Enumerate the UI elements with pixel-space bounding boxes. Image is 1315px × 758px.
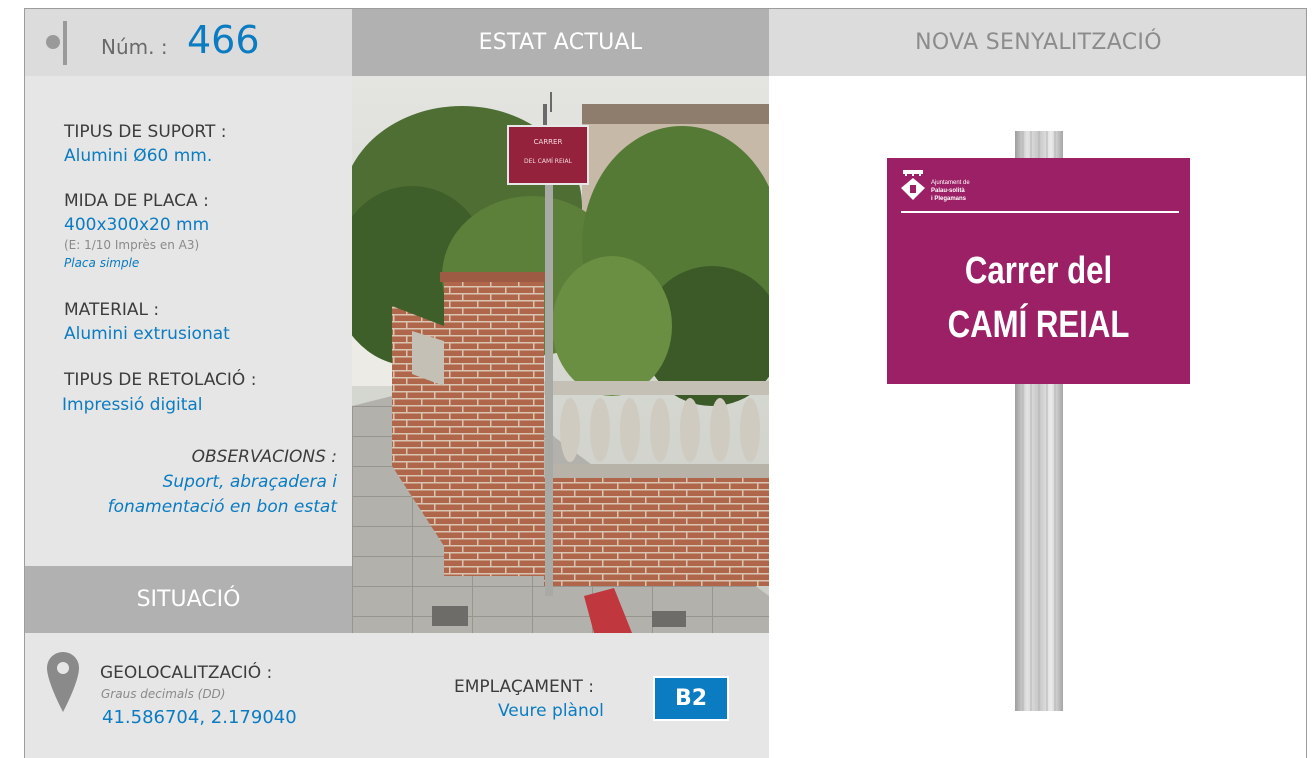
new-sign-plate: Ajuntament de Palau-solità i Plegamans C…: [887, 158, 1190, 384]
org-name-line-3: i Plegamans: [931, 196, 967, 202]
info-panel: TIPUS DE SUPORT : Alumini Ø60 mm. MIDA D…: [25, 76, 352, 566]
town-crest-icon: [901, 170, 925, 200]
bullet-dot-icon: [46, 35, 60, 49]
situation-header: SITUACIÓ: [25, 566, 352, 633]
plate-type: Placa simple: [64, 256, 140, 270]
current-state-photo: CARRER DEL CAMÍ REIAL: [352, 76, 769, 633]
placement-label: EMPLAÇAMENT :: [454, 677, 594, 697]
sheet-frame: Núm. : 466 ESTAT ACTUAL NOVA SENYALITZAC…: [24, 8, 1307, 758]
number-header: Núm. : 466: [25, 9, 352, 76]
org-name-line-2: Palau-solità: [931, 188, 965, 194]
current-state-title: ESTAT ACTUAL: [478, 30, 643, 55]
map-pin-icon: [47, 652, 79, 712]
new-signage-header: NOVA SENYALITZACIÓ: [769, 9, 1306, 76]
bullet-bar-icon: [63, 21, 67, 65]
observations-line-2: fonamentació en bon estat: [107, 497, 337, 517]
support-type-label: TIPUS DE SUPORT :: [64, 122, 227, 142]
current-state-header: ESTAT ACTUAL: [352, 9, 769, 76]
view-plan-link[interactable]: Veure plànol: [498, 701, 604, 721]
new-sign-drawing: Ajuntament de Palau-solità i Plegamans C…: [769, 76, 1306, 758]
photo-sign-line-2: DEL CAMÍ REIAL: [524, 158, 572, 165]
sign-divider: [901, 211, 1179, 213]
geolocation-label: GEOLOCALITZACIÓ :: [100, 663, 273, 683]
material-value: Alumini extrusionat: [64, 324, 230, 344]
material-label: MATERIAL :: [64, 300, 160, 320]
photo-sign-line-1: CARRER: [533, 138, 563, 146]
sign-title-line-1: Carrer del: [964, 250, 1113, 292]
lettering-type-value: Impressió digital: [62, 395, 203, 415]
number-label: Núm. :: [101, 35, 168, 59]
number-value: 466: [187, 18, 260, 62]
situation-title: SITUACIÓ: [136, 587, 241, 612]
new-signage-title: NOVA SENYALITZACIÓ: [915, 30, 1162, 55]
support-type-value: Alumini Ø60 mm.: [64, 146, 213, 166]
observations-label: OBSERVACIONS :: [191, 447, 337, 467]
plate-size-label: MIDA DE PLACA :: [64, 191, 209, 211]
org-name-line-1: Ajuntament de: [931, 180, 970, 186]
lettering-type-label: TIPUS DE RETOLACIÓ :: [64, 370, 257, 390]
observations-line-1: Suport, abraçadera i: [162, 472, 337, 492]
geolocation-coordinates: 41.586704, 2.179040: [102, 707, 297, 728]
geolocation-note: Graus decimals (DD): [101, 687, 226, 701]
placement-code-badge: B2: [653, 676, 729, 721]
plate-size-note: (E: 1/10 Imprès en A3): [64, 238, 200, 252]
plate-size-value: 400x300x20 mm: [64, 215, 210, 235]
sign-title-line-2: CAMÍ REIAL: [947, 304, 1130, 346]
